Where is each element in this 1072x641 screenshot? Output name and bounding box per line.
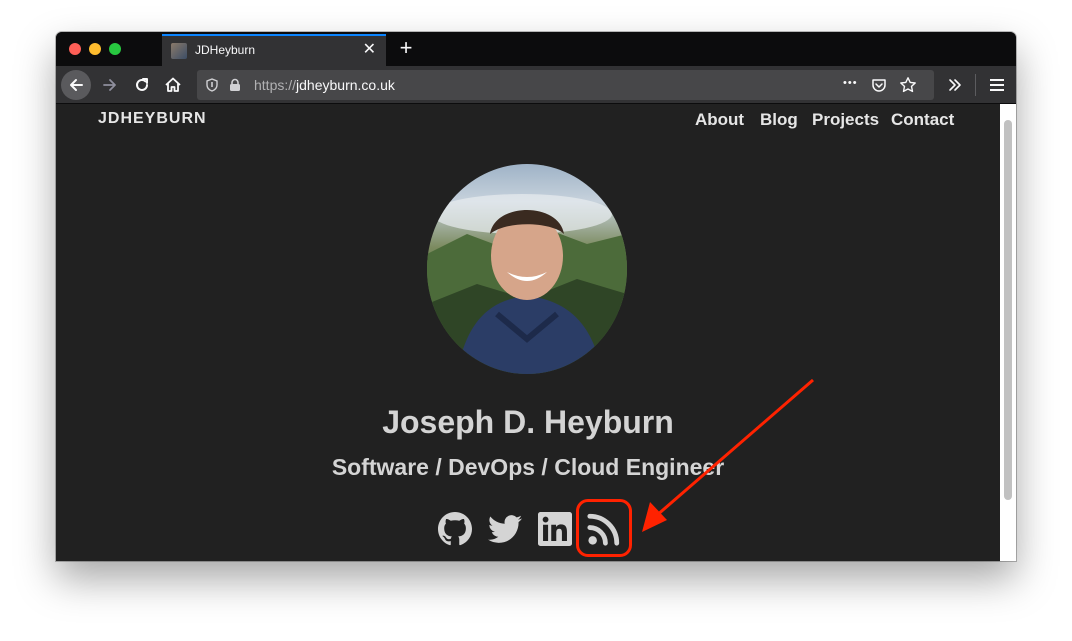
page-actions-menu[interactable]: ••• [843,77,858,89]
annotation-arrow [642,378,814,532]
twitter-icon[interactable] [488,512,522,546]
profile-subtitle: Software / DevOps / Cloud Engineer [331,454,725,480]
arrow-right-icon [103,79,116,91]
scrollbar-thumb[interactable] [1004,120,1012,500]
nav-link-blog[interactable]: Blog [760,110,798,130]
annotation-highlight-box [576,499,632,557]
pocket-icon[interactable] [871,77,887,93]
hamburger-icon [990,79,1004,91]
linkedin-icon[interactable] [538,512,572,546]
browser-window: JDHeyburn ✕ + https://jdheyburn.co.uk ••… [56,32,1016,561]
profile-photo-drawing [427,194,627,374]
chevron-double-right-icon [949,79,961,91]
nav-link-projects[interactable]: Projects [812,110,879,130]
hamburger-menu-button[interactable] [982,70,1012,100]
site-brand[interactable]: JDHEYBURN [98,110,207,128]
shield-icon[interactable] [205,78,219,92]
nav-link-about[interactable]: About [695,110,744,130]
arrow-left-icon [70,79,83,91]
new-tab-button[interactable]: + [394,35,418,61]
toolbar-divider [975,74,976,96]
maximize-window-button[interactable] [109,43,121,55]
star-bookmark-icon[interactable] [899,76,917,94]
scrollbar[interactable] [1000,104,1016,561]
tab-jdheyburn[interactable]: JDHeyburn ✕ [162,34,386,66]
reload-icon [136,78,148,91]
home-button[interactable] [158,70,188,100]
url-protocol: https:// [254,77,297,93]
reload-button[interactable] [127,70,157,100]
github-icon[interactable] [438,512,472,546]
url-host: jdheyburn.co.uk [296,77,395,93]
overflow-menu-button[interactable] [940,70,970,100]
profile-photo [427,164,627,374]
forward-button[interactable] [95,70,125,100]
tab-close-button[interactable]: ✕ [363,39,376,59]
close-window-button[interactable] [69,43,81,55]
home-icon [165,77,181,92]
navigation-toolbar: https://jdheyburn.co.uk ••• [56,66,1016,104]
title-bar: JDHeyburn ✕ + [56,32,1016,66]
nav-link-contact[interactable]: Contact [891,110,954,130]
address-bar[interactable]: https://jdheyburn.co.uk ••• [197,70,934,100]
tab-title: JDHeyburn [195,43,256,57]
url-text[interactable]: https://jdheyburn.co.uk [254,77,395,93]
minimize-window-button[interactable] [89,43,101,55]
profile-name: Joseph D. Heyburn [382,404,674,440]
favicon [171,43,187,59]
page-content: JDHEYBURN About Blog Projects Contact Jo… [56,104,1016,561]
lock-icon[interactable] [229,78,241,92]
back-button[interactable] [61,70,91,100]
